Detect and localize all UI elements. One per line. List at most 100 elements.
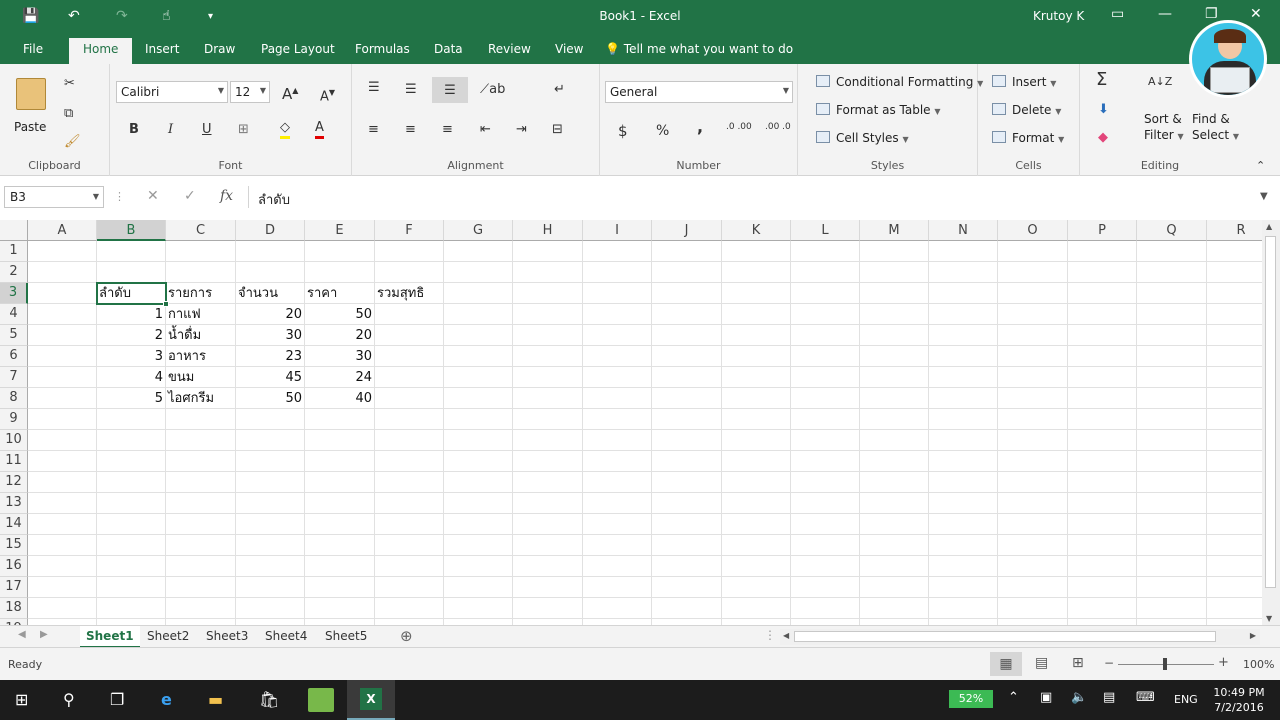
decrease-indent-icon[interactable]: ⇤	[480, 122, 491, 138]
show-hidden-icons[interactable]: ⌃	[1008, 690, 1019, 705]
scroll-down-icon[interactable]: ▼	[1266, 614, 1272, 623]
sheet-tab-4[interactable]: Sheet4	[259, 626, 313, 648]
decrease-decimal-button[interactable]: .00 .0	[765, 122, 791, 132]
zoom-out-icon[interactable]: −	[1104, 656, 1114, 670]
keyboard-icon[interactable]: ⌨	[1136, 690, 1155, 705]
restore-icon[interactable]: ❐	[1205, 6, 1218, 22]
font-name-dropdown[interactable]: Calibri ▼	[116, 81, 228, 103]
formula-input[interactable]: ลำดับ	[258, 189, 290, 210]
row-header-14[interactable]: 14	[0, 514, 28, 535]
comma-style-button[interactable]: ,	[697, 119, 703, 135]
italic-icon[interactable]: I	[168, 122, 173, 138]
copy-icon[interactable]: ⧉	[64, 106, 73, 122]
column-header-b[interactable]: B	[97, 220, 166, 241]
file-explorer-icon[interactable]: ▬	[208, 690, 223, 709]
row-header-2[interactable]: 2	[0, 262, 28, 283]
top-align-icon[interactable]: ☰	[368, 80, 380, 96]
cell-b7[interactable]: 4	[97, 367, 166, 388]
insert-cells-button[interactable]: Insert ▼	[992, 75, 1056, 89]
taskbar-clock[interactable]: 10:49 PM 7/2/2016	[1210, 685, 1268, 715]
bold-icon[interactable]: B	[129, 122, 139, 138]
worksheet-grid[interactable]: ABCDEFGHIJKLMNOPQR 1 2 3 4 5 6 7 8 9 10 11 12 13 14 15…	[0, 220, 1262, 625]
edge-icon[interactable]: e	[161, 690, 172, 709]
insert-function-icon[interactable]: fx	[220, 188, 233, 204]
cell-styles-button[interactable]: Cell Styles ▼	[816, 131, 909, 145]
sheet-tab-3[interactable]: Sheet3	[200, 626, 254, 648]
tab-review[interactable]: Review	[488, 42, 531, 56]
expand-formula-icon[interactable]: ▼	[1260, 191, 1268, 202]
align-center-icon[interactable]: ≡	[405, 122, 416, 138]
row-header-1[interactable]: 1	[0, 241, 28, 262]
camtasia-icon[interactable]	[308, 688, 334, 712]
paste-button[interactable]: Paste	[14, 120, 46, 134]
zoom-slider-thumb[interactable]	[1163, 658, 1167, 670]
underline-icon[interactable]: U	[202, 122, 212, 138]
row-header-9[interactable]: 9	[0, 409, 28, 430]
search-icon[interactable]: ⚲	[63, 690, 75, 709]
cell-d3[interactable]: จำนวน	[236, 283, 305, 304]
tab-split-icon[interactable]: ⋮	[764, 628, 776, 642]
vertical-scroll-thumb[interactable]	[1265, 236, 1276, 588]
font-color-icon[interactable]: A	[315, 120, 324, 139]
cell-c5[interactable]: น้ำดื่ม	[166, 325, 236, 346]
name-box[interactable]: B3 ▼	[4, 186, 104, 208]
fill-color-icon[interactable]: ◇	[280, 120, 290, 139]
increase-font-icon[interactable]: A▲	[282, 83, 298, 102]
format-as-table-button[interactable]: Format as Table ▼	[816, 103, 941, 117]
column-header-a[interactable]: A	[28, 220, 97, 241]
increase-decimal-button[interactable]: .0 .00	[726, 122, 752, 132]
page-break-view-icon[interactable]: ⊞	[1072, 655, 1084, 671]
tab-home[interactable]: Home	[69, 38, 133, 64]
vertical-scrollbar[interactable]: ▲ ▼	[1262, 220, 1280, 625]
clear-icon[interactable]: ◆	[1098, 130, 1108, 146]
fill-handle[interactable]	[163, 301, 169, 307]
confirm-entry-icon[interactable]: ✓	[184, 188, 196, 204]
row-header-3[interactable]: 3	[0, 283, 28, 304]
cell-e3[interactable]: ราคา	[305, 283, 375, 304]
format-cells-button[interactable]: Format ▼	[992, 131, 1064, 145]
column-header-e[interactable]: E	[305, 220, 375, 241]
column-header-l[interactable]: L	[791, 220, 860, 241]
font-size-dropdown[interactable]: 12 ▼	[230, 81, 270, 103]
row-header-15[interactable]: 15	[0, 535, 28, 556]
find-select-button[interactable]: Find & Select ▼	[1192, 111, 1239, 145]
autosum-icon[interactable]: Σ	[1096, 71, 1107, 89]
scroll-right-icon[interactable]: ▶	[1250, 631, 1256, 640]
ribbon-display-icon[interactable]: ▭	[1111, 6, 1124, 22]
excel-taskbar-item[interactable]: X	[347, 680, 395, 720]
delete-cells-button[interactable]: Delete ▼	[992, 103, 1061, 117]
next-sheet-icon[interactable]: ▶	[40, 629, 48, 640]
cell-b5[interactable]: 2	[97, 325, 166, 346]
sheet-tab-2[interactable]: Sheet2	[141, 626, 195, 648]
column-header-d[interactable]: D	[236, 220, 305, 241]
middle-align-icon[interactable]: ☰	[405, 82, 417, 98]
cell-d8[interactable]: 50	[236, 388, 305, 409]
windows-start-icon[interactable]: ⊞	[15, 690, 28, 709]
cell-b6[interactable]: 3	[97, 346, 166, 367]
cell-e7[interactable]: 24	[305, 367, 375, 388]
format-painter-icon[interactable]: 🖌	[64, 134, 81, 150]
column-header-k[interactable]: K	[722, 220, 791, 241]
cut-icon[interactable]: ✂	[64, 76, 75, 92]
store-icon[interactable]: 🛍	[259, 690, 279, 709]
row-header-11[interactable]: 11	[0, 451, 28, 472]
scroll-up-icon[interactable]: ▲	[1266, 222, 1272, 231]
column-header-r[interactable]: R	[1207, 220, 1262, 241]
sort-filter-button[interactable]: Sort & Filter ▼	[1144, 111, 1184, 145]
increase-indent-icon[interactable]: ⇥	[516, 122, 527, 138]
column-header-q[interactable]: Q	[1137, 220, 1207, 241]
tell-me-search[interactable]: 💡 Tell me what you want to do	[605, 42, 793, 56]
column-header-j[interactable]: J	[652, 220, 722, 241]
currency-format-button[interactable]: $	[618, 123, 628, 139]
cell-b8[interactable]: 5	[97, 388, 166, 409]
cell-e6[interactable]: 30	[305, 346, 375, 367]
cell-e4[interactable]: 50	[305, 304, 375, 325]
column-header-i[interactable]: I	[583, 220, 652, 241]
tab-data[interactable]: Data	[434, 42, 463, 56]
conditional-formatting-button[interactable]: Conditional Formatting ▼	[816, 75, 983, 89]
prev-sheet-icon[interactable]: ◀	[18, 629, 26, 640]
cell-d4[interactable]: 20	[236, 304, 305, 325]
cell-d6[interactable]: 23	[236, 346, 305, 367]
row-header-17[interactable]: 17	[0, 577, 28, 598]
tab-page-layout[interactable]: Page Layout	[261, 42, 335, 56]
